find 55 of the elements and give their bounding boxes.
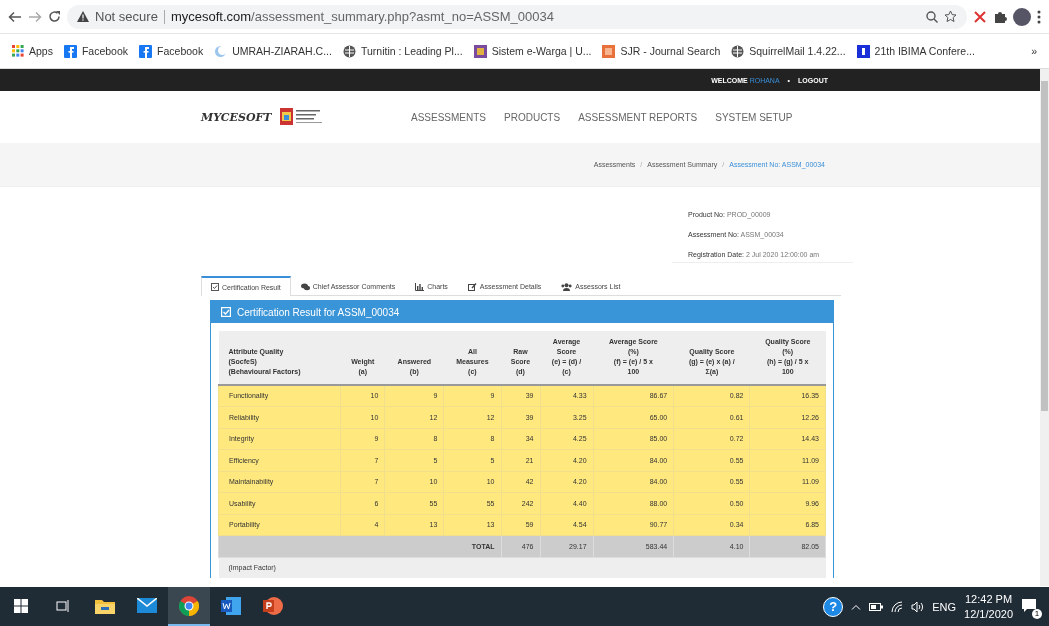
menu-icon[interactable] — [1037, 9, 1041, 24]
reload-icon[interactable] — [48, 10, 61, 23]
battery-icon[interactable] — [869, 602, 884, 611]
task-view-icon — [56, 598, 70, 613]
bookmark-link[interactable]: SJR - Journal Search — [620, 45, 721, 57]
language-indicator[interactable]: ENG — [932, 600, 957, 613]
globe-icon — [342, 44, 356, 58]
facebook-icon — [63, 44, 77, 58]
zoom-icon[interactable] — [926, 10, 938, 23]
panel-title: Certification Result for ASSM_00034 — [237, 306, 400, 318]
chrome-icon — [179, 595, 199, 616]
checkbox-icon — [221, 307, 231, 317]
bookmark-link[interactable]: UMRAH-ZIARAH.C... — [232, 45, 332, 57]
windows-icon — [14, 598, 28, 613]
more-bookmarks-button[interactable]: » — [1031, 45, 1037, 57]
powerpoint-icon — [263, 595, 283, 616]
nav-link[interactable]: SYSTEM SETUP — [715, 111, 793, 123]
nav-link[interactable]: PRODUCTS — [504, 111, 561, 123]
taskbar-app[interactable] — [168, 587, 210, 626]
edit-icon — [467, 282, 477, 291]
speaker-icon[interactable] — [911, 600, 925, 613]
profile-avatar[interactable] — [1013, 7, 1031, 26]
url-text: mycesoft.com/assessment_summary.php?asmt_no=ASSM_00034 — [170, 9, 554, 24]
scrollbar[interactable] — [1040, 69, 1049, 586]
star-icon[interactable] — [944, 10, 957, 23]
bookmark-link[interactable]: Facebook — [81, 45, 129, 57]
facebook-icon — [139, 44, 153, 58]
bookmark-link[interactable]: Turnitin : Leading Pl... — [360, 45, 463, 57]
bookmark-link[interactable]: Facebook — [157, 45, 204, 57]
bookmark-link[interactable]: Apps — [29, 45, 53, 57]
globe-icon — [731, 44, 745, 58]
mail-icon — [137, 598, 157, 613]
clock[interactable]: 12:42 PM 12/1/2020 — [964, 591, 1013, 622]
moon-icon — [214, 44, 228, 58]
puzzle-icon[interactable] — [993, 9, 1007, 24]
folder-icon — [95, 597, 115, 614]
users-icon — [561, 282, 573, 291]
logo[interactable]: MYCESOFT — [201, 110, 272, 124]
bar-chart-icon — [415, 282, 425, 291]
apps-grid-icon — [12, 45, 24, 57]
word-icon — [221, 596, 241, 615]
security-label: Not secure — [95, 9, 158, 24]
checkbox-icon — [211, 283, 219, 291]
bookmark-link[interactable]: SquirrelMail 1.4.22... — [749, 45, 846, 57]
chevron-up-icon[interactable] — [851, 603, 862, 610]
bookmark-link[interactable]: 21th IBIMA Confere... — [874, 45, 975, 57]
speech-bubbles-icon — [300, 282, 310, 291]
back-icon[interactable] — [8, 10, 22, 23]
address-bar[interactable]: Not secure mycesoft.com/assessment_summary.php?asmt_no=ASSM_00034 — [67, 4, 967, 29]
wifi-icon[interactable] — [891, 600, 904, 613]
nav-link[interactable]: ASSESSMENT REPORTS — [578, 111, 698, 123]
warning-icon — [77, 11, 89, 22]
nav-link[interactable]: ASSESSMENTS — [411, 111, 487, 123]
help-button[interactable]: ? — [823, 596, 844, 617]
bookmark-link[interactable]: Sistem e-Warga | U... — [491, 45, 592, 57]
